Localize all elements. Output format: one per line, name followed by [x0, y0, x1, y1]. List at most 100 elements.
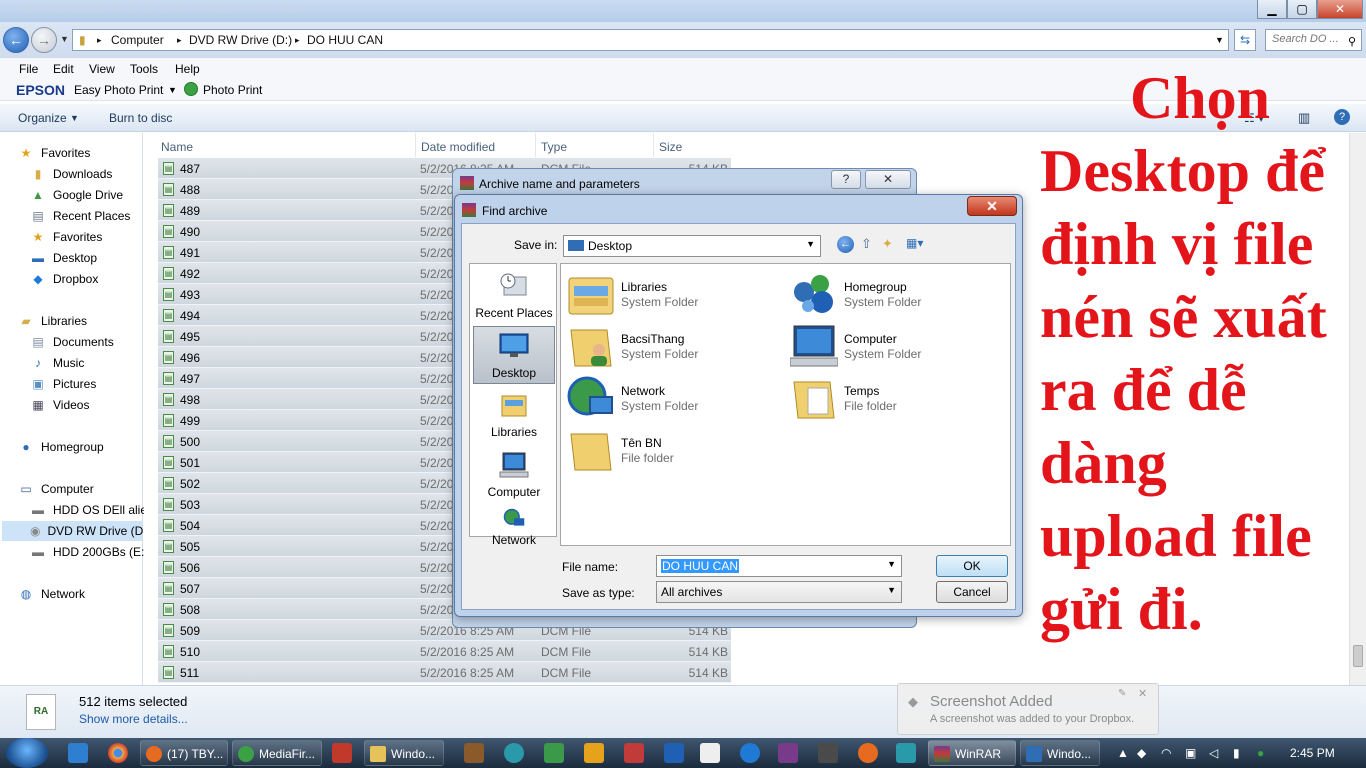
back-button[interactable]: ←: [3, 27, 29, 53]
app-icon[interactable]: [858, 743, 878, 763]
show-more-details-link[interactable]: Show more details...: [79, 712, 188, 726]
crumb-computer[interactable]: Computer: [111, 33, 164, 47]
menu-view[interactable]: View: [89, 62, 115, 76]
menu-tools[interactable]: Tools: [130, 62, 158, 76]
chrome-icon[interactable]: [108, 743, 128, 763]
app-icon[interactable]: [664, 743, 684, 763]
minimize-button[interactable]: ▁: [1257, 0, 1287, 19]
find-close-button[interactable]: ✕: [967, 196, 1017, 216]
place-computer[interactable]: Computer: [473, 446, 555, 504]
nav-hdd-e[interactable]: ▬ HDD 200GBs (E:): [30, 542, 148, 562]
app-icon[interactable]: [504, 743, 524, 763]
nav-hdd-os[interactable]: ▬ HDD OS DEll alien: [30, 500, 154, 520]
item-bacsithang[interactable]: BacsiThang System Folder: [567, 322, 767, 370]
recent-pages-icon[interactable]: ▼: [60, 34, 69, 44]
app-icon[interactable]: [624, 743, 644, 763]
nav-desktop[interactable]: ▬ Desktop: [30, 248, 97, 268]
view-menu-icon[interactable]: ▦▾: [906, 236, 923, 250]
wifi-icon[interactable]: ◠: [1161, 746, 1171, 760]
taskbar-winrar[interactable]: WinRAR: [928, 740, 1016, 766]
maximize-button[interactable]: ▢: [1287, 0, 1317, 19]
nav-recent-places[interactable]: ▤ Recent Places: [30, 206, 130, 226]
app-icon[interactable]: [544, 743, 564, 763]
new-folder-icon[interactable]: ✦: [882, 236, 893, 252]
photo-print-button[interactable]: Photo Print: [203, 83, 262, 97]
save-as-type-select[interactable]: All archives ▼: [656, 581, 902, 603]
app-icon[interactable]: [740, 743, 760, 763]
menu-file[interactable]: File: [19, 62, 38, 76]
address-dropdown-icon[interactable]: ▼: [1215, 35, 1224, 45]
app-icon[interactable]: [700, 743, 720, 763]
security-icon[interactable]: ●: [1257, 746, 1264, 760]
refresh-icon[interactable]: ⇆: [1234, 29, 1256, 51]
nav-downloads[interactable]: ▮ Downloads: [30, 164, 113, 184]
forward-button[interactable]: →: [31, 27, 57, 53]
nav-homegroup[interactable]: ● Homegroup: [18, 437, 103, 457]
organize-button[interactable]: Organize: [18, 111, 67, 125]
menu-help[interactable]: Help: [175, 62, 200, 76]
nav-network[interactable]: ◍ Network: [18, 584, 85, 604]
place-desktop[interactable]: Desktop: [473, 326, 555, 384]
filename-input[interactable]: DO HUU CAN ▼: [656, 555, 902, 577]
taskbar-explorer-2[interactable]: Windo...: [1020, 740, 1100, 766]
item-computer[interactable]: Computer System Folder: [790, 322, 990, 370]
item-libraries[interactable]: Libraries System Folder: [567, 270, 767, 318]
taskbar-explorer[interactable]: Windo...: [364, 740, 444, 766]
clock[interactable]: 2:45 PM: [1290, 746, 1335, 760]
ok-button[interactable]: OK: [936, 555, 1008, 577]
app-icon[interactable]: [778, 743, 798, 763]
nav-dropbox[interactable]: ◆ Dropbox: [30, 269, 98, 289]
column-type[interactable]: Type: [536, 133, 654, 157]
burn-button[interactable]: Burn to disc: [109, 111, 172, 125]
nav-pictures[interactable]: ▣ Pictures: [30, 374, 96, 394]
show-hidden-icons[interactable]: ▲: [1117, 746, 1129, 760]
nav-computer[interactable]: ▭ Computer: [18, 479, 93, 499]
save-in-combo[interactable]: Desktop ▼: [563, 235, 821, 257]
app-icon[interactable]: [464, 743, 484, 763]
app-icon[interactable]: [584, 743, 604, 763]
crumb-folder[interactable]: DO HUU CAN: [307, 33, 383, 47]
signal-icon[interactable]: ▮: [1233, 746, 1240, 760]
app-icon[interactable]: [896, 743, 916, 763]
column-date[interactable]: Date modified: [416, 133, 536, 157]
app-icon[interactable]: [332, 743, 352, 763]
volume-icon[interactable]: ◁: [1209, 746, 1218, 760]
nav-videos[interactable]: ▦ Videos: [30, 395, 89, 415]
place-libraries[interactable]: Libraries: [473, 386, 555, 444]
up-folder-icon[interactable]: ⇧: [861, 236, 872, 252]
item-temps[interactable]: Temps File folder: [790, 374, 990, 422]
device-icon[interactable]: ▣: [1185, 746, 1196, 760]
column-name[interactable]: Name: [156, 133, 416, 157]
table-row[interactable]: ▤ 510 5/2/2016 8:25 AM DCM File 514 KB: [158, 641, 731, 662]
address-bar[interactable]: ▮ ▸ Computer ▸ DVD RW Drive (D:) ▸ DO HU…: [72, 29, 1229, 51]
start-button[interactable]: [6, 738, 48, 768]
easy-photo-print-button[interactable]: Easy Photo Print: [74, 83, 163, 97]
scroll-thumb[interactable]: [1353, 645, 1363, 667]
crumb-dvd[interactable]: DVD RW Drive (D:): [189, 33, 292, 47]
notification-close-icon[interactable]: ✕: [1138, 687, 1147, 700]
taskbar-mediafire[interactable]: MediaFir...: [232, 740, 322, 766]
archive-close-button[interactable]: ✕: [865, 170, 911, 189]
dropbox-tray-icon[interactable]: ◆: [1137, 746, 1146, 760]
place-network[interactable]: Network: [473, 506, 555, 547]
nav-favorites[interactable]: ★ Favorites: [18, 143, 91, 163]
back-icon[interactable]: ←: [837, 236, 854, 253]
archive-help-button[interactable]: ?: [831, 170, 861, 189]
taskbar-firefox[interactable]: (17) TBY...: [140, 740, 228, 766]
column-size[interactable]: Size: [654, 133, 731, 157]
close-button[interactable]: ✕: [1317, 0, 1363, 19]
app-icon[interactable]: [818, 743, 838, 763]
nav-libraries[interactable]: ▰ Libraries: [18, 311, 87, 331]
nav-dvd-drive[interactable]: ◉ DVD RW Drive (D:): [2, 521, 151, 541]
chevron-down-icon[interactable]: ▼: [168, 85, 177, 95]
cancel-button[interactable]: Cancel: [936, 581, 1008, 603]
dropbox-notification[interactable]: ◆ Screenshot Added A screenshot was adde…: [897, 683, 1159, 735]
nav-documents[interactable]: ▤ Documents: [30, 332, 113, 352]
item-homegroup[interactable]: Homegroup System Folder: [790, 270, 990, 318]
nav-music[interactable]: ♪ Music: [30, 353, 84, 373]
menu-edit[interactable]: Edit: [53, 62, 74, 76]
item-ten-bn[interactable]: Tên BN File folder: [567, 426, 767, 474]
nav-google-drive[interactable]: ▲ Google Drive: [30, 185, 123, 205]
nav-favorites-folder[interactable]: ★ Favorites: [30, 227, 103, 247]
table-row[interactable]: ▤ 511 5/2/2016 8:25 AM DCM File 514 KB: [158, 662, 731, 683]
